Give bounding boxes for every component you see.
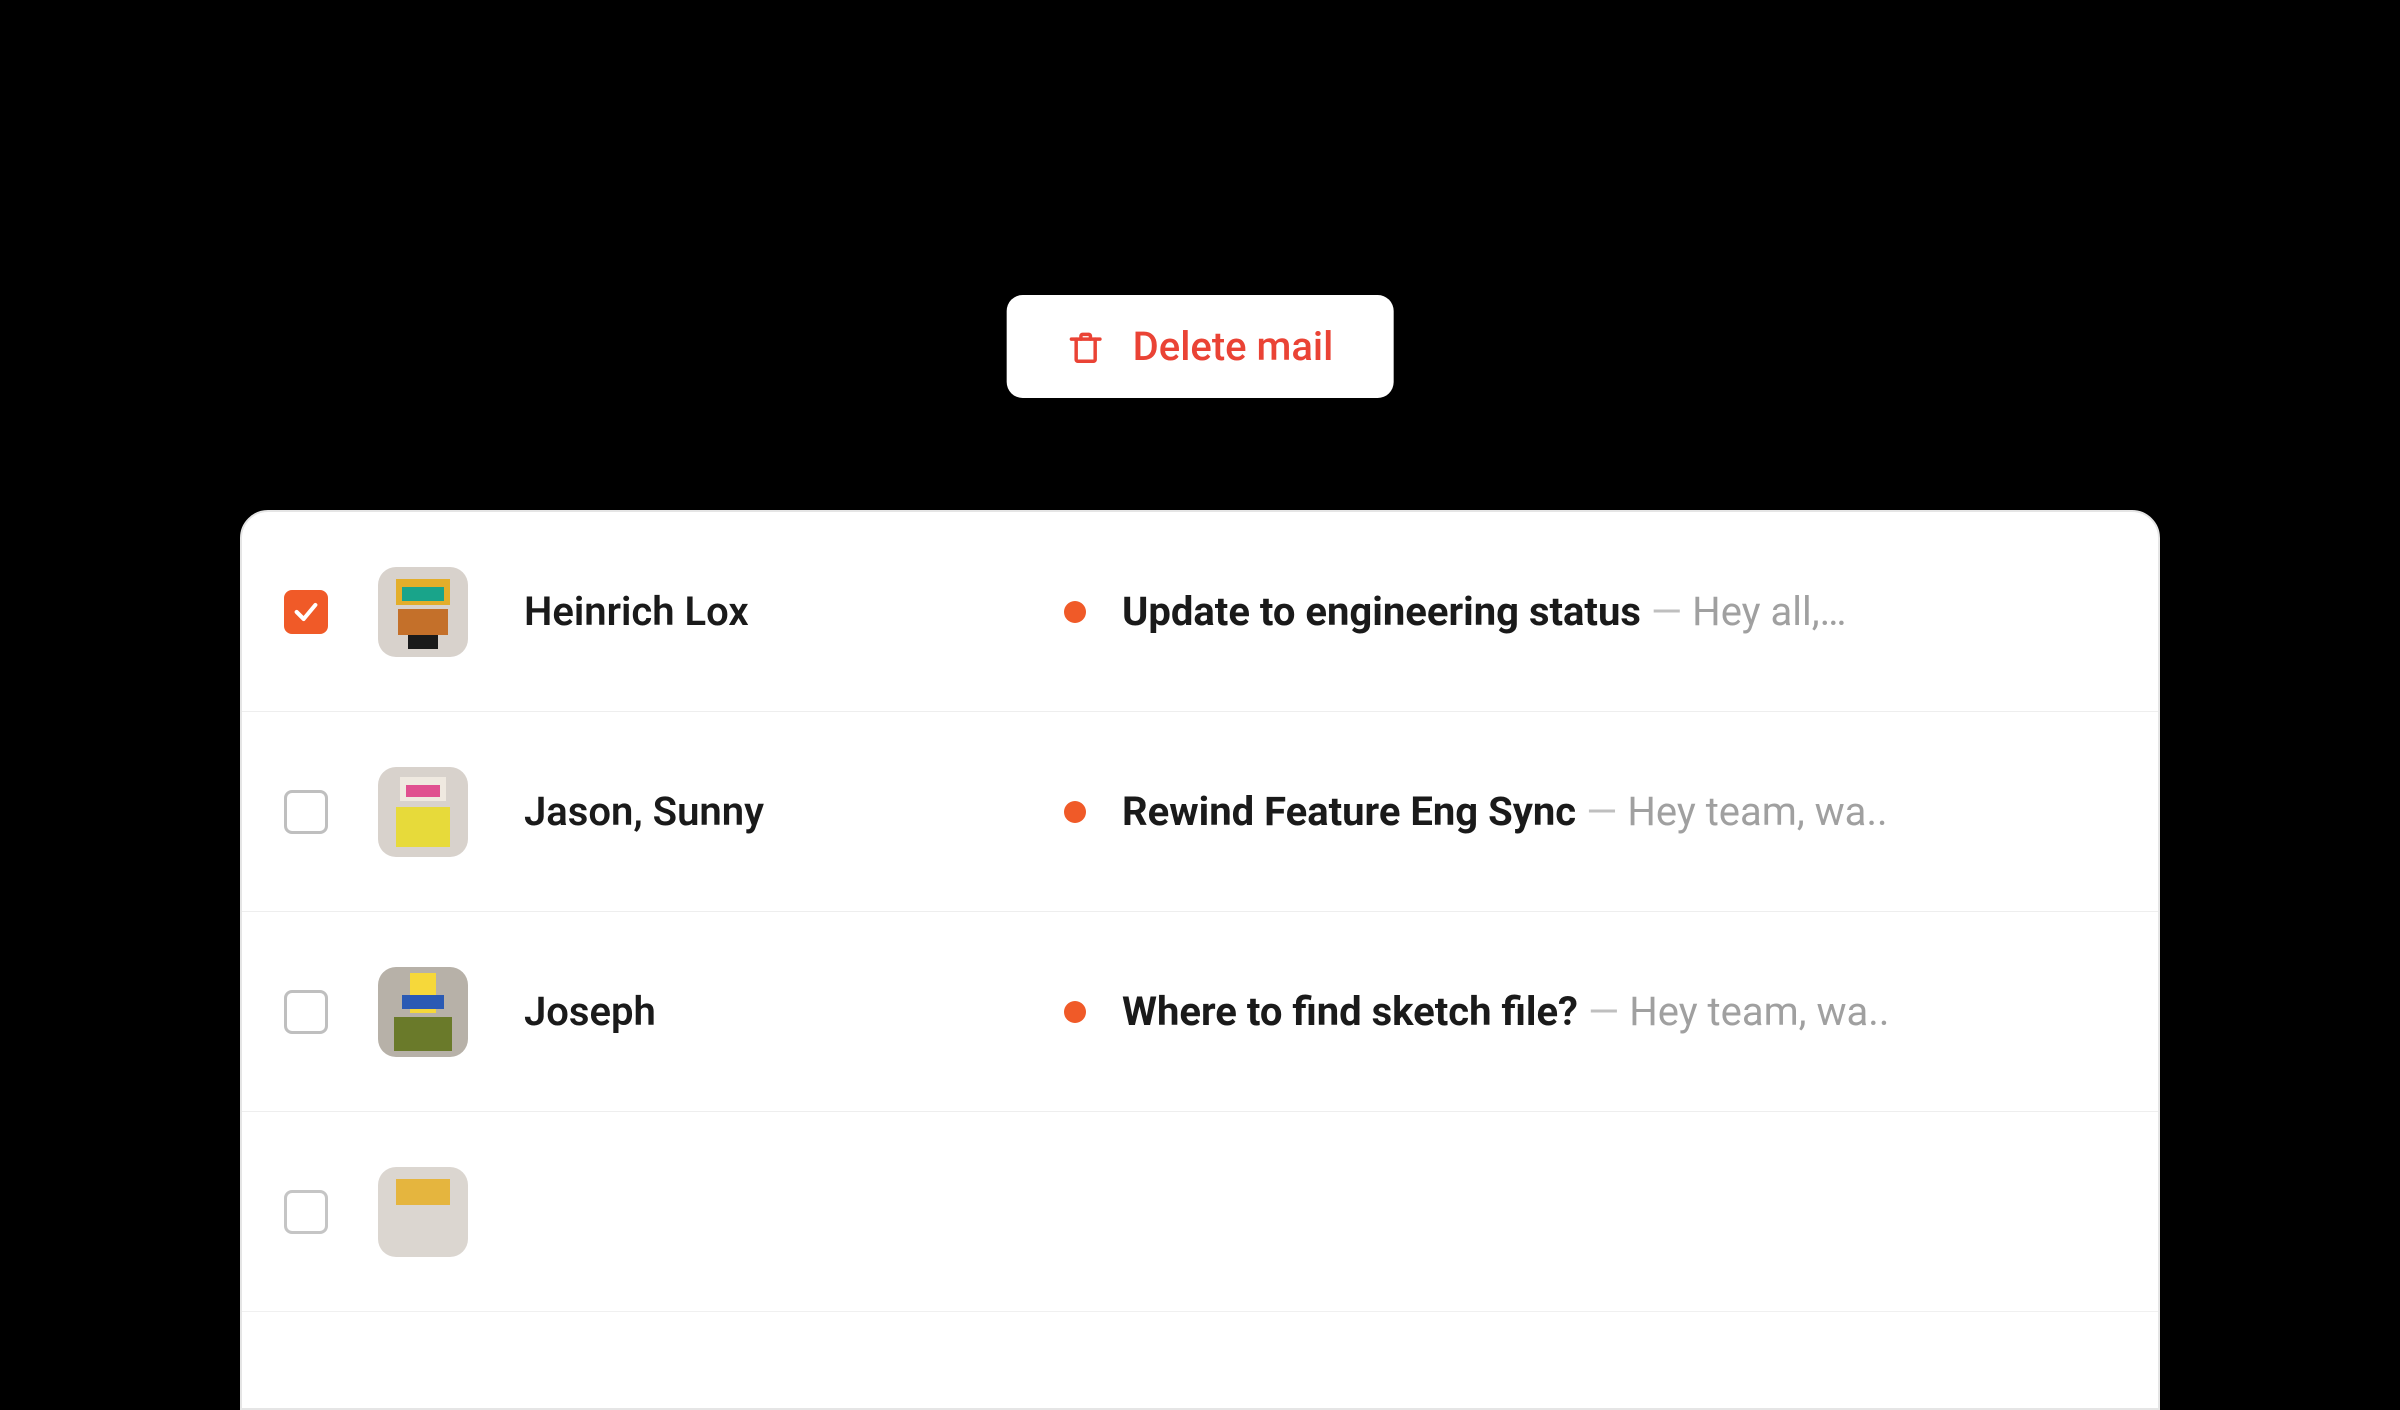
mail-row[interactable]: Heinrich Lox Update to engineering statu… xyxy=(242,512,2158,712)
unread-dot-icon xyxy=(1064,601,1086,623)
unread-dot-icon xyxy=(1064,1001,1086,1023)
delete-mail-button[interactable]: Delete mail xyxy=(1007,295,1394,398)
mail-list-panel: Heinrich Lox Update to engineering statu… xyxy=(240,510,2160,1410)
sender-name: Jason, Sunny xyxy=(524,788,1064,835)
sender-name: Joseph xyxy=(524,988,1064,1035)
unread-dot-icon xyxy=(1064,801,1086,823)
checkbox-unchecked[interactable] xyxy=(284,790,328,834)
checkbox-checked[interactable] xyxy=(284,590,328,634)
trash-icon xyxy=(1067,328,1105,366)
subject-preview: Update to engineering status — Hey all,… xyxy=(1122,588,1846,635)
mail-row[interactable]: Joseph Where to find sketch file? — Hey … xyxy=(242,912,2158,1112)
subject: Update to engineering status xyxy=(1122,588,1641,635)
separator: — xyxy=(1588,988,1619,1035)
preview: Hey all,… xyxy=(1692,588,1846,635)
checkbox-unchecked[interactable] xyxy=(284,1190,328,1234)
preview: Hey team, wa.. xyxy=(1629,988,1889,1035)
mail-row[interactable] xyxy=(242,1112,2158,1312)
preview: Hey team, wa.. xyxy=(1627,788,1887,835)
subject: Where to find sketch file? xyxy=(1122,988,1578,1035)
mail-row[interactable]: Jason, Sunny Rewind Feature Eng Sync — H… xyxy=(242,712,2158,912)
checkbox-unchecked[interactable] xyxy=(284,990,328,1034)
sender-name: Heinrich Lox xyxy=(524,588,1064,635)
avatar xyxy=(378,967,468,1057)
separator: — xyxy=(1651,588,1682,635)
avatar xyxy=(378,767,468,857)
avatar xyxy=(378,567,468,657)
subject-preview: Rewind Feature Eng Sync — Hey team, wa.. xyxy=(1122,788,1888,835)
avatar xyxy=(378,1167,468,1257)
subject-preview: Where to find sketch file? — Hey team, w… xyxy=(1122,988,1889,1035)
delete-mail-label: Delete mail xyxy=(1133,323,1334,370)
subject: Rewind Feature Eng Sync xyxy=(1122,788,1576,835)
separator: — xyxy=(1586,788,1617,835)
